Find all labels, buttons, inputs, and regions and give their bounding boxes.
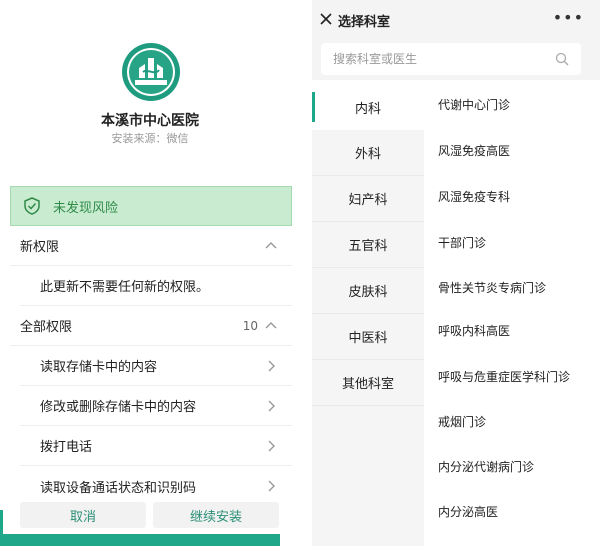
department-item[interactable]: 内分泌高医 <box>438 503 498 520</box>
accent-strip <box>0 534 280 546</box>
shield-check-icon <box>24 197 40 215</box>
chevron-up-icon <box>265 322 277 329</box>
category-item-obstetrics[interactable]: 妇产科 <box>312 176 424 222</box>
category-item-surgery[interactable]: 外科 <box>312 130 424 176</box>
category-item-tcm[interactable]: 中医科 <box>312 314 424 360</box>
search-bar <box>312 40 600 80</box>
search-box <box>321 43 581 75</box>
new-permissions-message: 此更新不需要任何新的权限。 <box>40 280 210 295</box>
accent-edge <box>0 510 3 536</box>
permission-item-label: 读取设备通话状态和识别码 <box>40 480 197 496</box>
category-item-internal-medicine[interactable]: 内科 <box>312 84 424 130</box>
new-permissions-message-row: 此更新不需要任何新的权限。 <box>20 266 292 306</box>
all-permissions-title: 全部权限 <box>20 320 73 335</box>
risk-status-text: 未发现风险 <box>53 200 119 216</box>
department-item[interactable]: 干部门诊 <box>438 234 486 251</box>
picker-top-bar: 选择科室 ••• <box>312 0 600 40</box>
more-menu-button[interactable]: ••• <box>553 8 584 27</box>
search-icon[interactable] <box>555 52 569 66</box>
permission-item-label: 拨打电话 <box>40 440 93 455</box>
department-picker: 选择科室 ••• 内科 外科 妇产科 五官科 皮肤科 中医科 其他科室 代谢中心… <box>312 0 600 546</box>
risk-status-banner: 未发现风险 <box>10 186 292 226</box>
permission-item-label: 修改或删除存储卡中的内容 <box>40 400 197 415</box>
department-item[interactable]: 骨性关节炎专病门诊 <box>438 279 546 296</box>
install-dialog: 本溪市中心医院 安装来源：微信 未发现风险 新权限 此更新不需要任何新的权限。 … <box>0 0 292 546</box>
department-item[interactable]: 风湿免疫专科 <box>438 188 510 205</box>
app-name: 本溪市中心医院 <box>101 113 199 129</box>
category-list: 内科 外科 妇产科 五官科 皮肤科 中医科 其他科室 <box>312 84 424 546</box>
close-icon[interactable] <box>318 11 334 27</box>
chevron-right-icon <box>268 480 275 492</box>
cancel-button[interactable]: 取消 <box>20 502 146 528</box>
permission-item[interactable]: 修改或删除存储卡中的内容 <box>20 386 292 426</box>
department-item[interactable]: 呼吸内科高医 <box>438 322 510 339</box>
continue-install-button[interactable]: 继续安装 <box>153 502 279 528</box>
chevron-right-icon <box>268 400 275 412</box>
department-item[interactable]: 呼吸与危重症医学科门诊 <box>438 368 570 385</box>
permission-item-label: 读取存储卡中的内容 <box>40 360 158 375</box>
department-item[interactable]: 风湿免疫高医 <box>438 142 510 159</box>
category-item-other[interactable]: 其他科室 <box>312 360 424 406</box>
category-item-ent[interactable]: 五官科 <box>312 222 424 268</box>
search-input[interactable] <box>333 43 553 75</box>
department-item[interactable]: 代谢中心门诊 <box>438 96 510 113</box>
chevron-up-icon <box>265 242 277 249</box>
page-title: 选择科室 <box>338 15 391 30</box>
chevron-right-icon <box>268 440 275 452</box>
install-source: 安装来源：微信 <box>111 132 189 145</box>
permission-item[interactable]: 拨打电话 <box>20 426 292 466</box>
permission-count: 10 <box>242 319 258 333</box>
chevron-right-icon <box>268 360 275 372</box>
department-item[interactable]: 内分泌代谢病门诊 <box>438 458 534 475</box>
category-item-dermatology[interactable]: 皮肤科 <box>312 268 424 314</box>
new-permissions-title: 新权限 <box>20 240 60 255</box>
all-permissions-header[interactable]: 全部权限 10 <box>10 306 292 346</box>
department-item[interactable]: 戒烟门诊 <box>438 413 486 430</box>
hospital-emblem-icon <box>122 43 180 101</box>
permission-item[interactable]: 读取存储卡中的内容 <box>20 346 292 386</box>
new-permissions-header[interactable]: 新权限 <box>10 226 292 266</box>
